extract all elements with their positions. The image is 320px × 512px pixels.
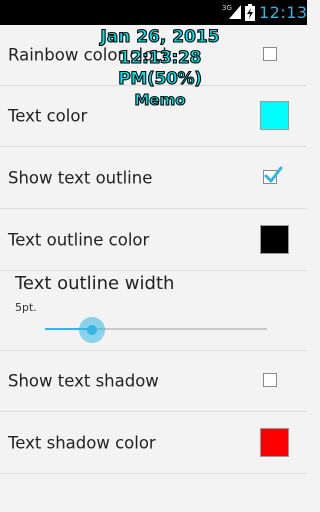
setting-label: Text shadow color [8, 433, 156, 453]
outline-width-value: 5pt. [15, 301, 37, 314]
text-color-swatch[interactable] [260, 101, 289, 130]
setting-shadow-color[interactable]: Text shadow color [0, 413, 307, 474]
setting-label: Text color [8, 106, 88, 126]
setting-label: Text outline width [15, 273, 175, 294]
setting-label: Text outline color [8, 230, 150, 250]
slider-thumb[interactable] [86, 325, 97, 335]
show-outline-checkbox[interactable] [263, 166, 283, 184]
widget-date: Jan 26, 2015 [100, 26, 220, 47]
clock-widget-overlay: Jan 26, 2015 12:13:28 PM(50%) Memo [80, 26, 240, 111]
setting-label: Show text outline [8, 168, 153, 188]
widget-time: 12:13:28 PM(50%) [118, 47, 203, 89]
status-bar: 3G 12:13 [0, 0, 307, 25]
rainbow-clock-checkbox[interactable] [263, 47, 277, 61]
outline-color-swatch[interactable] [260, 225, 289, 254]
setting-label: Show text shadow [8, 371, 159, 391]
show-shadow-checkbox[interactable] [263, 373, 277, 387]
setting-show-shadow[interactable]: Show text shadow [0, 351, 307, 412]
setting-outline-color[interactable]: Text outline color [0, 210, 307, 271]
setting-outline-width: Text outline width 5pt. [0, 265, 307, 351]
shadow-color-swatch[interactable] [260, 428, 289, 457]
checkmark-icon [264, 166, 283, 183]
status-clock: 12:13 [259, 3, 308, 22]
widget-memo: Memo [134, 90, 186, 109]
setting-show-outline[interactable]: Show text outline [0, 148, 307, 209]
battery-charging-icon [245, 4, 255, 21]
signal-icon [229, 5, 241, 19]
